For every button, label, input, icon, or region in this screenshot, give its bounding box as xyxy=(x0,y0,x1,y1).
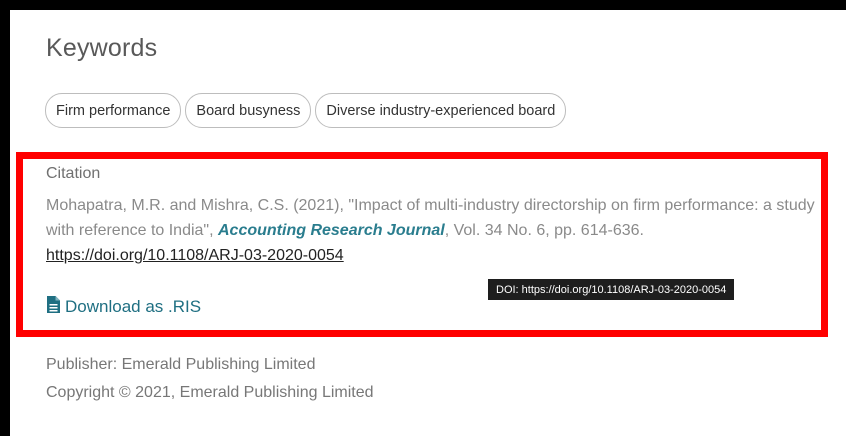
citation-label: Citation xyxy=(46,165,101,182)
keyword-pill-diverse-industry-board[interactable]: Diverse industry-experienced board xyxy=(315,93,567,128)
citation-volume-pages: , Vol. 34 No. 6, pp. 614-636. xyxy=(444,222,644,239)
publisher-line: Publisher: Emerald Publishing Limited xyxy=(46,356,316,373)
doi-link[interactable]: https://doi.org/10.1108/ARJ-03-2020-0054 xyxy=(46,247,344,264)
download-ris-label: Download as .RIS xyxy=(65,297,202,316)
doi-tooltip: DOI: https://doi.org/10.1108/ARJ-03-2020… xyxy=(488,279,735,300)
copyright-line: Copyright © 2021, Emerald Publishing Lim… xyxy=(46,384,374,401)
citation-text: Mohapatra, M.R. and Mishra, C.S. (2021),… xyxy=(46,193,828,268)
keyword-pill-firm-performance[interactable]: Firm performance xyxy=(45,93,182,128)
document-icon xyxy=(47,296,60,318)
keyword-pill-board-busyness[interactable]: Board busyness xyxy=(185,93,312,128)
journal-name: Accounting Research Journal xyxy=(218,222,445,239)
keywords-list: Firm performance Board busyness Diverse … xyxy=(45,93,567,128)
download-ris-link[interactable]: Download as .RIS xyxy=(47,296,201,318)
keywords-heading: Keywords xyxy=(46,34,158,62)
